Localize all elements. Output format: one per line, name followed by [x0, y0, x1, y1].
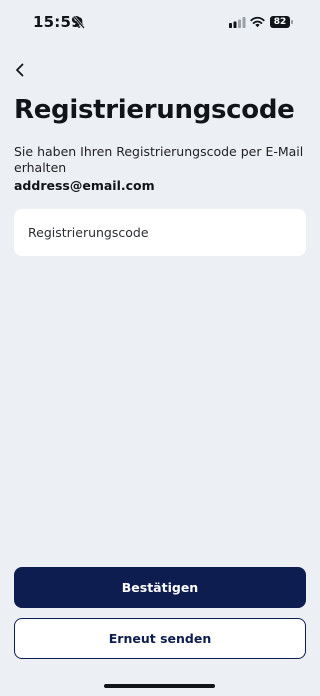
- description-text: Sie haben Ihren Registrierungscode per E…: [14, 144, 304, 175]
- back-button[interactable]: [8, 58, 32, 82]
- confirm-button[interactable]: Bestätigen: [14, 567, 306, 608]
- email-address: address@email.com: [14, 178, 155, 193]
- bell-slash-icon: [73, 16, 85, 29]
- home-indicator: [104, 684, 215, 688]
- resend-button[interactable]: Erneut senden: [14, 618, 306, 659]
- battery-cap: [291, 20, 293, 24]
- page-title: Registrierungscode: [14, 95, 295, 125]
- battery-icon: 82: [270, 16, 294, 28]
- status-bar: 15:59 82: [0, 0, 318, 44]
- wifi-icon: [250, 16, 265, 28]
- chevron-left-icon: [16, 63, 24, 77]
- cellular-signal-icon: [229, 17, 246, 28]
- battery-level: 82: [270, 16, 290, 28]
- registration-code-input[interactable]: [14, 209, 306, 256]
